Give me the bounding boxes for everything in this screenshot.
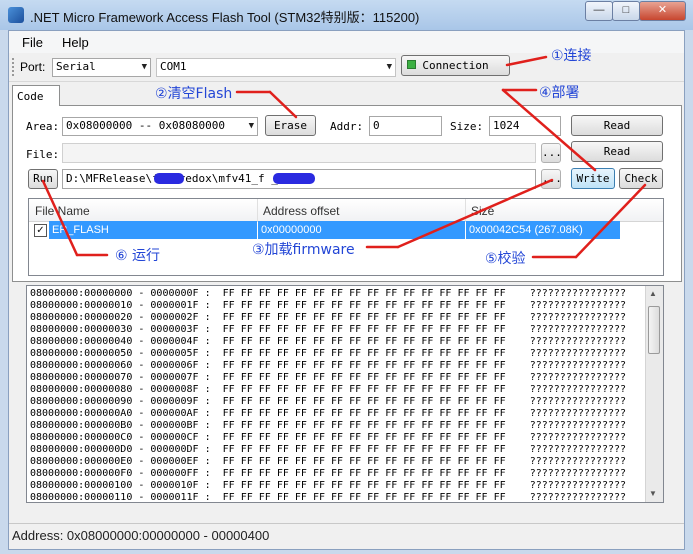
arrow-connect: [505, 55, 548, 67]
annotation-arrows: [41, 55, 647, 259]
arrow-deploy-b: [501, 88, 597, 172]
annotation-deploy: ④部署: [539, 85, 580, 101]
arrow-run-b: [41, 179, 79, 257]
annotation-load: ③加载firmware: [252, 242, 355, 258]
arrow-erase-b: [268, 90, 298, 119]
annotation-verify: ⑤校验: [485, 251, 526, 267]
arrow-load-b: [396, 178, 554, 249]
annotation-run: ⑥ 运行: [115, 248, 161, 264]
annotation-erase: ②清空Flash: [155, 86, 233, 102]
arrow-verify-b: [574, 183, 647, 259]
annotation-connect: ①连接: [551, 48, 592, 64]
